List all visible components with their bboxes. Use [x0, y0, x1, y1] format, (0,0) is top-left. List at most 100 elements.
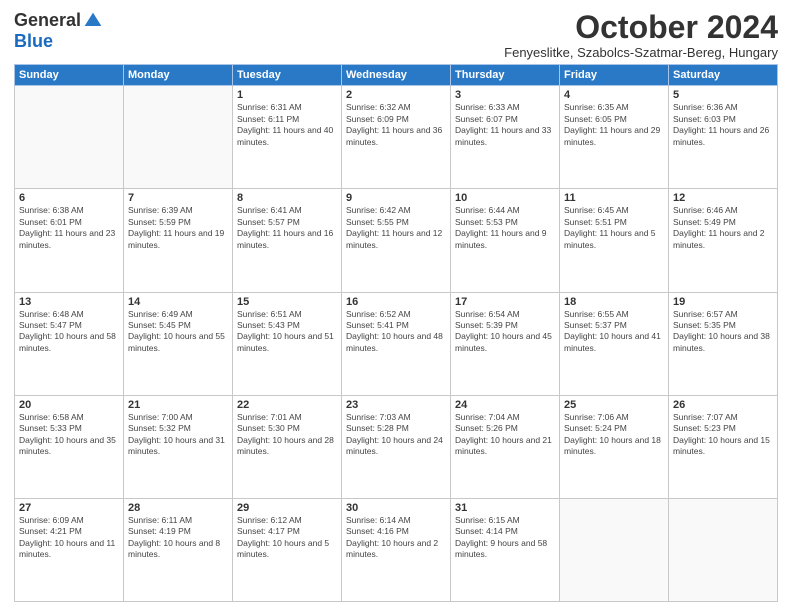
day-number: 26 [673, 399, 773, 411]
calendar-week-row: 13Sunrise: 6:48 AM Sunset: 5:47 PM Dayli… [15, 292, 778, 395]
calendar-cell: 16Sunrise: 6:52 AM Sunset: 5:41 PM Dayli… [342, 292, 451, 395]
day-number: 7 [128, 192, 228, 204]
calendar-header-monday: Monday [124, 65, 233, 86]
calendar-cell: 31Sunrise: 6:15 AM Sunset: 4:14 PM Dayli… [451, 498, 560, 601]
calendar-cell: 22Sunrise: 7:01 AM Sunset: 5:30 PM Dayli… [233, 395, 342, 498]
day-info: Sunrise: 6:42 AM Sunset: 5:55 PM Dayligh… [346, 205, 446, 251]
day-number: 9 [346, 192, 446, 204]
day-info: Sunrise: 6:12 AM Sunset: 4:17 PM Dayligh… [237, 515, 337, 561]
page: General Blue October 2024 Fenyeslitke, S… [0, 0, 792, 612]
calendar-cell: 18Sunrise: 6:55 AM Sunset: 5:37 PM Dayli… [560, 292, 669, 395]
title-block: October 2024 Fenyeslitke, Szabolcs-Szatm… [504, 10, 778, 60]
calendar-cell: 15Sunrise: 6:51 AM Sunset: 5:43 PM Dayli… [233, 292, 342, 395]
header: General Blue October 2024 Fenyeslitke, S… [14, 10, 778, 60]
day-number: 22 [237, 399, 337, 411]
day-number: 31 [455, 502, 555, 514]
logo-icon [83, 11, 103, 31]
day-info: Sunrise: 6:38 AM Sunset: 6:01 PM Dayligh… [19, 205, 119, 251]
day-info: Sunrise: 6:44 AM Sunset: 5:53 PM Dayligh… [455, 205, 555, 251]
calendar-cell: 13Sunrise: 6:48 AM Sunset: 5:47 PM Dayli… [15, 292, 124, 395]
day-info: Sunrise: 6:48 AM Sunset: 5:47 PM Dayligh… [19, 309, 119, 355]
calendar-cell: 7Sunrise: 6:39 AM Sunset: 5:59 PM Daylig… [124, 189, 233, 292]
day-info: Sunrise: 7:00 AM Sunset: 5:32 PM Dayligh… [128, 412, 228, 458]
calendar-week-row: 1Sunrise: 6:31 AM Sunset: 6:11 PM Daylig… [15, 86, 778, 189]
day-info: Sunrise: 6:15 AM Sunset: 4:14 PM Dayligh… [455, 515, 555, 561]
calendar-cell: 26Sunrise: 7:07 AM Sunset: 5:23 PM Dayli… [669, 395, 778, 498]
calendar-cell: 24Sunrise: 7:04 AM Sunset: 5:26 PM Dayli… [451, 395, 560, 498]
day-info: Sunrise: 6:31 AM Sunset: 6:11 PM Dayligh… [237, 102, 337, 148]
logo-blue: Blue [14, 31, 53, 52]
day-number: 2 [346, 89, 446, 101]
day-number: 24 [455, 399, 555, 411]
day-info: Sunrise: 6:36 AM Sunset: 6:03 PM Dayligh… [673, 102, 773, 148]
day-info: Sunrise: 7:03 AM Sunset: 5:28 PM Dayligh… [346, 412, 446, 458]
month-title: October 2024 [504, 10, 778, 45]
calendar-header-tuesday: Tuesday [233, 65, 342, 86]
day-info: Sunrise: 7:07 AM Sunset: 5:23 PM Dayligh… [673, 412, 773, 458]
calendar-cell: 12Sunrise: 6:46 AM Sunset: 5:49 PM Dayli… [669, 189, 778, 292]
calendar-cell: 6Sunrise: 6:38 AM Sunset: 6:01 PM Daylig… [15, 189, 124, 292]
day-info: Sunrise: 7:04 AM Sunset: 5:26 PM Dayligh… [455, 412, 555, 458]
calendar-week-row: 27Sunrise: 6:09 AM Sunset: 4:21 PM Dayli… [15, 498, 778, 601]
calendar-cell: 20Sunrise: 6:58 AM Sunset: 5:33 PM Dayli… [15, 395, 124, 498]
calendar-cell [124, 86, 233, 189]
calendar-cell [560, 498, 669, 601]
calendar-header-friday: Friday [560, 65, 669, 86]
calendar-cell: 23Sunrise: 7:03 AM Sunset: 5:28 PM Dayli… [342, 395, 451, 498]
day-number: 18 [564, 296, 664, 308]
day-info: Sunrise: 6:45 AM Sunset: 5:51 PM Dayligh… [564, 205, 664, 251]
calendar-cell: 9Sunrise: 6:42 AM Sunset: 5:55 PM Daylig… [342, 189, 451, 292]
calendar-header-wednesday: Wednesday [342, 65, 451, 86]
day-info: Sunrise: 7:06 AM Sunset: 5:24 PM Dayligh… [564, 412, 664, 458]
day-number: 27 [19, 502, 119, 514]
day-info: Sunrise: 6:35 AM Sunset: 6:05 PM Dayligh… [564, 102, 664, 148]
day-number: 13 [19, 296, 119, 308]
calendar-cell: 2Sunrise: 6:32 AM Sunset: 6:09 PM Daylig… [342, 86, 451, 189]
day-number: 5 [673, 89, 773, 101]
calendar-cell: 14Sunrise: 6:49 AM Sunset: 5:45 PM Dayli… [124, 292, 233, 395]
logo-general: General [14, 10, 81, 31]
day-info: Sunrise: 6:11 AM Sunset: 4:19 PM Dayligh… [128, 515, 228, 561]
day-info: Sunrise: 6:41 AM Sunset: 5:57 PM Dayligh… [237, 205, 337, 251]
day-number: 20 [19, 399, 119, 411]
day-number: 23 [346, 399, 446, 411]
day-info: Sunrise: 6:14 AM Sunset: 4:16 PM Dayligh… [346, 515, 446, 561]
day-number: 4 [564, 89, 664, 101]
calendar-header-row: SundayMondayTuesdayWednesdayThursdayFrid… [15, 65, 778, 86]
calendar-cell: 19Sunrise: 6:57 AM Sunset: 5:35 PM Dayli… [669, 292, 778, 395]
calendar-cell [15, 86, 124, 189]
calendar-week-row: 6Sunrise: 6:38 AM Sunset: 6:01 PM Daylig… [15, 189, 778, 292]
calendar-cell: 27Sunrise: 6:09 AM Sunset: 4:21 PM Dayli… [15, 498, 124, 601]
day-number: 12 [673, 192, 773, 204]
logo: General Blue [14, 10, 103, 52]
calendar-header-thursday: Thursday [451, 65, 560, 86]
calendar-cell: 3Sunrise: 6:33 AM Sunset: 6:07 PM Daylig… [451, 86, 560, 189]
day-number: 1 [237, 89, 337, 101]
day-info: Sunrise: 6:55 AM Sunset: 5:37 PM Dayligh… [564, 309, 664, 355]
calendar-cell: 29Sunrise: 6:12 AM Sunset: 4:17 PM Dayli… [233, 498, 342, 601]
day-number: 3 [455, 89, 555, 101]
day-info: Sunrise: 6:33 AM Sunset: 6:07 PM Dayligh… [455, 102, 555, 148]
calendar-cell [669, 498, 778, 601]
day-number: 14 [128, 296, 228, 308]
day-info: Sunrise: 6:49 AM Sunset: 5:45 PM Dayligh… [128, 309, 228, 355]
calendar-cell: 8Sunrise: 6:41 AM Sunset: 5:57 PM Daylig… [233, 189, 342, 292]
calendar-cell: 4Sunrise: 6:35 AM Sunset: 6:05 PM Daylig… [560, 86, 669, 189]
day-number: 15 [237, 296, 337, 308]
day-number: 30 [346, 502, 446, 514]
calendar-cell: 1Sunrise: 6:31 AM Sunset: 6:11 PM Daylig… [233, 86, 342, 189]
day-info: Sunrise: 7:01 AM Sunset: 5:30 PM Dayligh… [237, 412, 337, 458]
day-number: 29 [237, 502, 337, 514]
location-title: Fenyeslitke, Szabolcs-Szatmar-Bereg, Hun… [504, 45, 778, 60]
calendar-cell: 17Sunrise: 6:54 AM Sunset: 5:39 PM Dayli… [451, 292, 560, 395]
day-info: Sunrise: 6:46 AM Sunset: 5:49 PM Dayligh… [673, 205, 773, 251]
day-number: 8 [237, 192, 337, 204]
calendar-header-saturday: Saturday [669, 65, 778, 86]
calendar-cell: 21Sunrise: 7:00 AM Sunset: 5:32 PM Dayli… [124, 395, 233, 498]
day-number: 21 [128, 399, 228, 411]
day-number: 19 [673, 296, 773, 308]
day-number: 28 [128, 502, 228, 514]
calendar-header-sunday: Sunday [15, 65, 124, 86]
calendar-cell: 28Sunrise: 6:11 AM Sunset: 4:19 PM Dayli… [124, 498, 233, 601]
day-info: Sunrise: 6:52 AM Sunset: 5:41 PM Dayligh… [346, 309, 446, 355]
